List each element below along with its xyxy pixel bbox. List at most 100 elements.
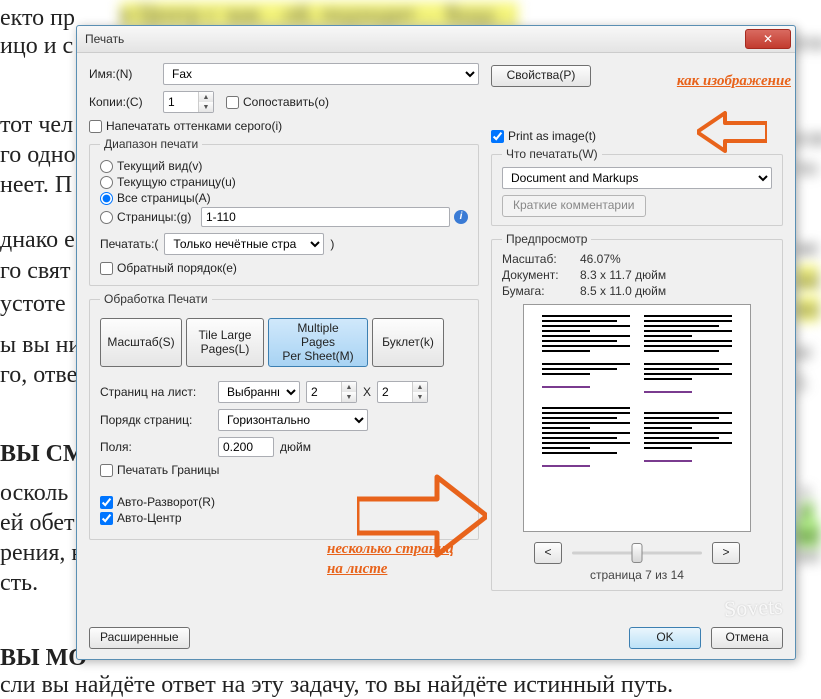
print-dialog: Печать ✕ Имя:(N) Fax Копии:(C) ▲▼ [76,25,796,660]
margins-input[interactable] [218,437,274,457]
preview-doc-value: 8.3 x 11.7 дюйм [580,268,772,282]
slider-thumb-icon[interactable] [632,543,643,563]
preview-paper-label: Бумага: [502,284,580,298]
bg-text: го свят [0,258,70,285]
scale-button[interactable]: Масштаб(S) [100,318,182,367]
grayscale-label: Напечатать оттенками серого(i) [106,119,282,133]
preview-prev-button[interactable]: < [534,542,562,564]
preview-doc-label: Документ: [502,268,580,282]
reverse-checkbox[interactable] [100,262,113,275]
grid-x-spinner[interactable]: ▲▼ [306,381,357,403]
pages-per-sheet-label: Страниц на лист: [100,385,212,399]
preview-canvas [523,304,751,532]
bg-text: ицо и с [0,33,73,60]
grayscale-checkbox[interactable] [89,120,102,133]
bg-blur: то [795,155,817,182]
bg-text: екто пр [0,5,75,32]
copies-input[interactable] [164,92,198,112]
tile-button[interactable]: Tile Large Pages(L) [186,318,264,367]
ok-button[interactable]: OK [629,627,701,649]
page-handling-legend: Обработка Печати [100,292,212,306]
bg-text: ы вы ни [0,332,81,359]
pages-per-sheet-select[interactable]: Выбранны [218,381,300,403]
bg-text: ВЫ СМ [0,441,86,468]
annotation-as-image: как изображение [677,73,791,90]
copies-spinner[interactable]: ▲▼ [163,91,214,113]
range-current-page-label: Текущую страницу(u) [117,175,236,189]
range-pages-radio[interactable] [100,211,113,224]
what-to-print-group: Что печатать(W) Document and Markups Кра… [491,147,783,226]
range-all-pages-radio[interactable] [100,192,113,205]
multiple-pages-button[interactable]: Multiple Pages Per Sheet(M) [268,318,368,367]
auto-center-label: Авто-Центр [117,511,182,525]
collate-label: Сопоставить(o) [243,95,329,109]
print-borders-label: Печатать Границы [117,463,219,477]
auto-rotate-checkbox[interactable] [100,496,113,509]
arrow-left-icon [697,111,767,153]
pages-input[interactable] [201,207,450,227]
bg-text: ей обет [0,510,75,537]
preview-next-button[interactable]: > [712,542,740,564]
x-separator: X [363,385,371,399]
advanced-button[interactable]: Расширенные [89,627,190,649]
print-subset-select[interactable]: Только нечётные стра [164,233,324,255]
printer-select[interactable]: Fax [163,63,479,85]
print-range-group: Диапазон печати Текущий вид(v) Текущую с… [89,137,479,286]
close-icon: ✕ [763,33,773,45]
bg-text: рения, н [0,540,84,567]
print-borders-checkbox[interactable] [100,464,113,477]
spin-up-icon[interactable]: ▲ [199,92,213,102]
bg-text: неет. П [0,172,72,199]
properties-button[interactable]: Свойства(P) [491,65,591,87]
preview-scale-label: Масштаб: [502,252,580,266]
booklet-button[interactable]: Буклет(k) [372,318,444,367]
range-current-view-radio[interactable] [100,160,113,173]
info-icon[interactable]: i [454,210,468,224]
range-pages-label: Страницы:(g) [117,210,197,224]
preview-slider[interactable] [572,543,702,563]
bg-text: сть. [0,570,38,597]
spin-down-icon[interactable]: ▼ [342,392,356,402]
spin-down-icon[interactable]: ▼ [413,392,427,402]
bg-text: сли вы найдёте ответ на эту задачу, то в… [0,672,673,699]
print-subset-label: Печатать:( [100,237,158,251]
print-as-image-checkbox[interactable] [491,130,504,143]
spin-up-icon[interactable]: ▲ [413,382,427,392]
bg-blur: еле [795,125,821,152]
range-all-pages-label: Все страницы(A) [117,191,211,205]
print-as-image-label: Print as image(t) [508,129,596,143]
summary-comments-button: Краткие комментарии [502,195,646,217]
bg-text: ВЫ МО [0,645,87,672]
bg-text: днако е [0,227,75,254]
collate-checkbox[interactable] [226,96,239,109]
range-current-view-label: Текущий вид(v) [117,159,202,173]
copies-label: Копии:(C) [89,95,157,109]
bg-text: тот чел [0,112,73,139]
cancel-button[interactable]: Отмена [711,627,783,649]
margins-unit: дюйм [280,440,311,454]
bg-text: го, отве [0,362,77,389]
bg-blur: оп [795,542,820,569]
bg-blur: но [795,296,820,323]
preview-paper-value: 8.5 x 11.0 дюйм [580,284,772,298]
bg-blur: ете [795,30,821,57]
bg-blur: дд [795,265,819,292]
page-order-label: Порядк страниц: [100,413,212,427]
auto-center-checkbox[interactable] [100,512,113,525]
bg-blur: ы [795,338,811,365]
spin-down-icon[interactable]: ▼ [199,102,213,112]
grid-y-spinner[interactable]: ▲▼ [377,381,428,403]
close-button[interactable]: ✕ [745,29,791,49]
page-order-select[interactable]: Горизонтально [218,409,368,431]
range-current-page-radio[interactable] [100,176,113,189]
grid-y-input[interactable] [378,382,412,402]
reverse-label: Обратный порядок(e) [117,261,237,275]
page-indicator: страница 7 из 14 [502,568,772,582]
preview-scale-value: 46.07% [580,252,772,266]
spin-up-icon[interactable]: ▲ [342,382,356,392]
print-range-legend: Диапазон печати [100,137,202,151]
what-to-print-select[interactable]: Document and Markups [502,167,772,189]
titlebar: Печать ✕ [77,26,795,53]
preview-group: Предпросмотр Масштаб:46.07% Документ:8.3… [491,232,783,591]
grid-x-input[interactable] [307,382,341,402]
